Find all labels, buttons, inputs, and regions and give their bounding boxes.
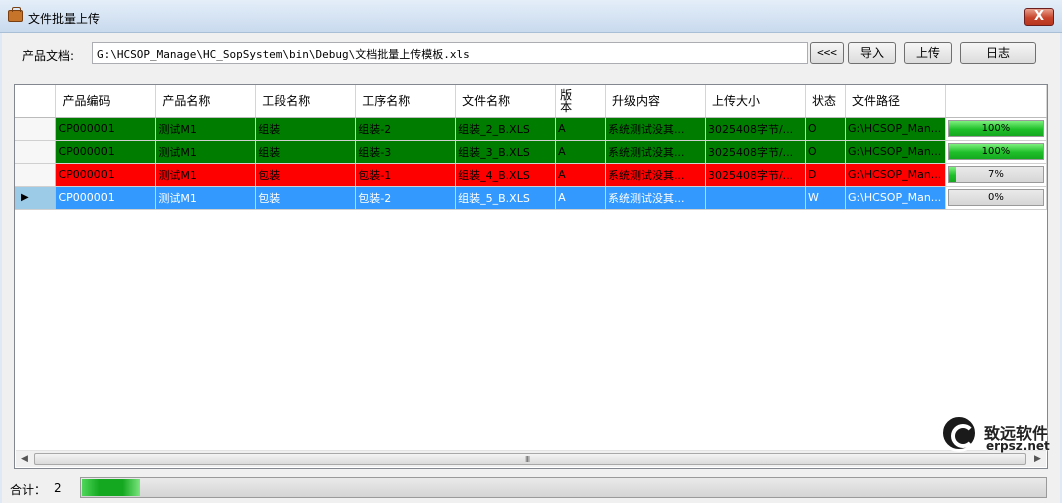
upload-table: 产品编码 产品名称 工段名称 工序名称 文件名称 版本 升级内容 上传大小 状态… — [15, 85, 1047, 210]
table-cell[interactable]: 组装_3_B.XLS — [455, 140, 557, 164]
table-cell[interactable]: G:\HCSOP_Man... — [845, 140, 946, 164]
table-cell[interactable]: 组装 — [255, 140, 357, 164]
table-cell[interactable]: 组装_4_B.XLS — [455, 163, 557, 187]
status-bar: 合计： 2 — [2, 475, 1060, 499]
grip-icon: III — [525, 455, 530, 464]
table-cell[interactable]: CP000001 — [55, 117, 157, 141]
table-cell[interactable]: CP000001 — [55, 163, 157, 187]
table-row[interactable]: CP000001 测试M1 组装 组装-3 组装_3_B.XLS A 系统测试没其... 30… — [15, 140, 1047, 164]
progress-cell: 100% — [945, 117, 1047, 141]
scroll-thumb[interactable]: III — [34, 453, 1026, 465]
scroll-right-icon[interactable]: ▶ — [1029, 451, 1046, 467]
table-row[interactable]: CP000001 测试M1 包装 包装-1 组装_4_B.XLS A 系统测试没其... 30… — [15, 163, 1047, 187]
table-cell[interactable]: A — [555, 117, 607, 141]
doc-path-input[interactable]: G:\HCSOP_Manage\HC_SopSystem\bin\Debug\文… — [92, 42, 808, 64]
row-progress-label: 100% — [981, 123, 1011, 134]
column-header[interactable]: 文件名称 — [455, 85, 557, 118]
column-header[interactable]: 上传大小 — [705, 85, 806, 118]
row-progress-bar: 100% — [947, 143, 1044, 160]
row-header[interactable] — [15, 163, 57, 187]
table-cell[interactable]: 包装-2 — [355, 186, 457, 210]
column-header[interactable]: 状态 — [805, 85, 846, 118]
table-cell[interactable]: 系统测试没其... — [605, 186, 706, 210]
table-cell[interactable]: O — [805, 140, 846, 164]
table-cell[interactable]: CP000001 — [55, 140, 157, 164]
table-cell[interactable]: A — [555, 163, 607, 187]
main-panel: 产品文档: G:\HCSOP_Manage\HC_SopSystem\bin\D… — [2, 33, 1060, 503]
row-progress-bar: 7% — [947, 166, 1044, 183]
row-progress-label: 7% — [987, 169, 1004, 180]
table-row[interactable]: CP000001 测试M1 组装 组装-2 组装_2_B.XLS A 系统测试没其... 30… — [15, 117, 1047, 141]
briefcase-icon — [8, 7, 23, 22]
table-cell[interactable]: 系统测试没其... — [605, 140, 706, 164]
total-label: 合计： — [10, 483, 47, 497]
row-progress-bar: 0% — [947, 189, 1044, 206]
row-progress-label: 0% — [987, 192, 1004, 203]
table-row[interactable]: ▶ CP000001 测试M1 包装 包装-2 组装_5_B.XLS A 系统测试没其... W… — [15, 186, 1047, 210]
total-value: 2 — [54, 481, 62, 495]
column-header[interactable]: 版本 — [555, 85, 607, 118]
close-button[interactable]: X — [1024, 8, 1054, 26]
column-header[interactable]: 升级内容 — [605, 85, 706, 118]
table-cell[interactable]: 组装 — [255, 117, 357, 141]
table-cell[interactable]: 包装-1 — [355, 163, 457, 187]
overall-progress-bar — [80, 477, 1047, 498]
table-cell[interactable]: 系统测试没其... — [605, 117, 706, 141]
table-cell[interactable]: CP000001 — [55, 186, 157, 210]
column-header[interactable]: 产品名称 — [155, 85, 257, 118]
overall-progress-fill — [82, 479, 140, 496]
progress-cell: 100% — [945, 140, 1047, 164]
watermark-logo-icon — [940, 414, 978, 452]
upload-button[interactable]: 上传 — [904, 42, 952, 64]
table-cell[interactable]: A — [555, 186, 607, 210]
row-progress-label: 100% — [981, 146, 1011, 157]
table-cell[interactable]: A — [555, 140, 607, 164]
table-cell[interactable]: 组装-2 — [355, 117, 457, 141]
column-header[interactable]: 工段名称 — [255, 85, 357, 118]
scroll-left-icon[interactable]: ◀ — [16, 451, 33, 467]
doc-label: 产品文档: — [22, 49, 75, 63]
row-pointer-icon[interactable]: ▶ — [15, 186, 57, 210]
browse-button[interactable]: <<< — [810, 42, 844, 64]
column-header[interactable] — [945, 85, 1047, 118]
upload-grid[interactable]: 产品编码 产品名称 工段名称 工序名称 文件名称 版本 升级内容 上传大小 状态… — [14, 84, 1048, 469]
row-header[interactable] — [15, 117, 57, 141]
progress-cell: 7% — [945, 163, 1047, 187]
table-cell[interactable]: 组装-3 — [355, 140, 457, 164]
watermark-url: erpsz.net — [986, 439, 1050, 453]
table-cell[interactable]: 测试M1 — [155, 140, 257, 164]
table-cell[interactable]: G:\HCSOP_Man... — [845, 117, 946, 141]
table-cell[interactable]: 3025408字节/... — [705, 140, 806, 164]
column-header[interactable]: 文件路径 — [845, 85, 946, 118]
table-cell[interactable]: G:\HCSOP_Man... — [845, 186, 946, 210]
table-cell[interactable]: 3025408字节/... — [705, 163, 806, 187]
table-cell[interactable]: 测试M1 — [155, 117, 257, 141]
log-button[interactable]: 日志 — [960, 42, 1036, 64]
column-header[interactable]: 工序名称 — [355, 85, 457, 118]
import-button[interactable]: 导入 — [848, 42, 896, 64]
table-cell[interactable]: 包装 — [255, 186, 357, 210]
table-cell[interactable]: 测试M1 — [155, 163, 257, 187]
column-header[interactable]: 产品编码 — [55, 85, 157, 118]
table-cell[interactable]: 组装_2_B.XLS — [455, 117, 557, 141]
table-cell[interactable]: 系统测试没其... — [605, 163, 706, 187]
table-cell[interactable]: 包装 — [255, 163, 357, 187]
row-header[interactable] — [15, 140, 57, 164]
row-header-corner — [15, 85, 57, 118]
horizontal-scrollbar[interactable]: ◀ III ▶ — [16, 450, 1046, 467]
table-cell[interactable]: O — [805, 117, 846, 141]
table-cell[interactable]: D — [805, 163, 846, 187]
table-cell[interactable]: 测试M1 — [155, 186, 257, 210]
table-cell[interactable]: 3025408字节/... — [705, 117, 806, 141]
window-title: 文件批量上传 — [28, 12, 101, 26]
table-cell[interactable]: G:\HCSOP_Man... — [845, 163, 946, 187]
table-cell[interactable]: 组装_5_B.XLS — [455, 186, 557, 210]
header-row: 产品编码 产品名称 工段名称 工序名称 文件名称 版本 升级内容 上传大小 状态… — [15, 85, 1047, 118]
table-cell[interactable]: W — [805, 186, 846, 210]
title-bar: 文件批量上传 X — [0, 0, 1062, 33]
row-progress-bar: 100% — [947, 120, 1044, 137]
table-cell[interactable] — [705, 186, 806, 210]
progress-cell: 0% — [945, 186, 1047, 210]
